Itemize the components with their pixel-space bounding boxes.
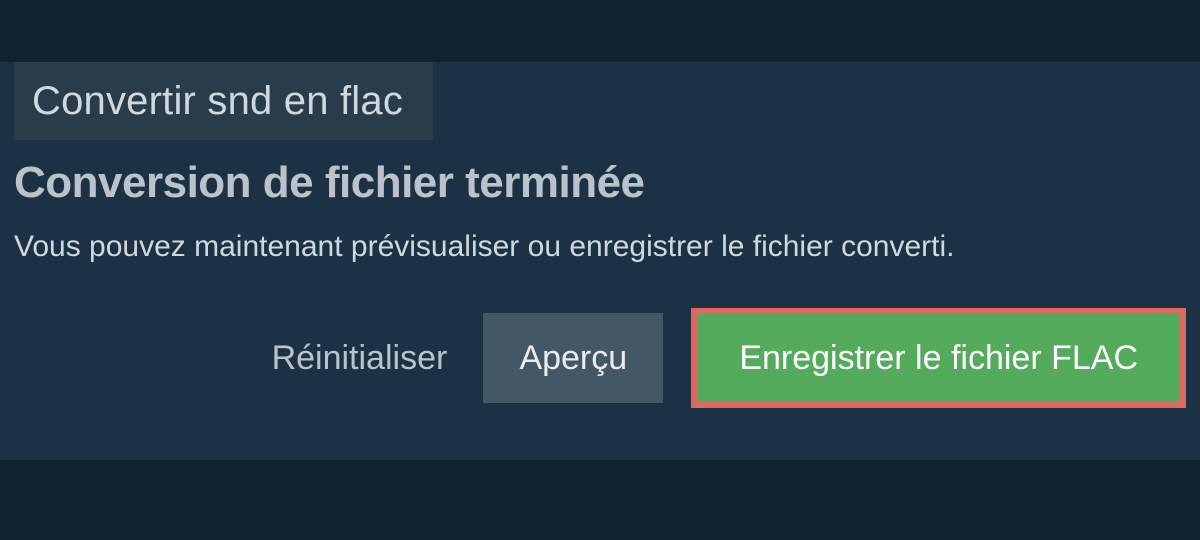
preview-button[interactable]: Aperçu xyxy=(483,313,663,403)
conversion-complete-subtext: Vous pouvez maintenant prévisualiser ou … xyxy=(14,230,1186,264)
conversion-complete-heading: Conversion de fichier terminée xyxy=(14,158,1186,208)
content-area: Conversion de fichier terminée Vous pouv… xyxy=(14,158,1186,408)
tab-convert-snd-flac[interactable]: Convertir snd en flac xyxy=(14,62,433,140)
save-button-highlight: Enregistrer le fichier FLAC xyxy=(691,308,1186,408)
save-flac-button[interactable]: Enregistrer le fichier FLAC xyxy=(697,314,1180,402)
reset-link[interactable]: Réinitialiser xyxy=(272,339,448,378)
action-row: Réinitialiser Aperçu Enregistrer le fich… xyxy=(14,308,1186,408)
tab-label: Convertir snd en flac xyxy=(32,79,403,124)
conversion-panel: Convertir snd en flac Conversion de fich… xyxy=(0,62,1200,460)
